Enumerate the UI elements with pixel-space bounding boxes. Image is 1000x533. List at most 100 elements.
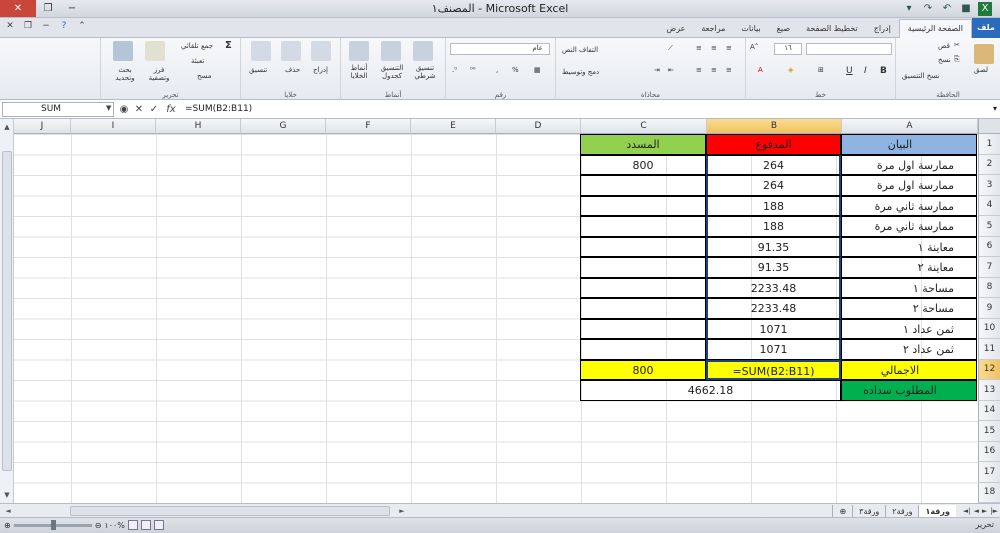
restore-workbook-icon[interactable]: ❐	[22, 21, 34, 31]
column-header-J[interactable]: J	[14, 119, 71, 134]
borders-icon[interactable]: ⊞	[818, 66, 824, 74]
format-cells-icon[interactable]	[251, 41, 271, 61]
cell-C9[interactable]	[580, 298, 706, 319]
cell-A8[interactable]: مساحة ١	[841, 277, 977, 298]
tab-view[interactable]: عرض	[659, 20, 694, 38]
currency-icon[interactable]: ▦	[534, 66, 541, 74]
insert-function-icon[interactable]: fx	[163, 103, 179, 116]
italic-button[interactable]: I	[864, 66, 867, 76]
first-sheet-icon[interactable]: |►	[990, 504, 998, 518]
row-header-6[interactable]: 6	[978, 236, 1000, 257]
cell-A11[interactable]: ثمن عداد ٢	[841, 339, 977, 360]
paste-icon[interactable]	[974, 44, 994, 64]
cell-C12[interactable]: 800	[580, 359, 706, 380]
paste-button[interactable]: لصق	[974, 66, 988, 74]
fill-color-icon[interactable]: ◈	[788, 66, 793, 74]
tab-formulas[interactable]: صيغ	[769, 20, 798, 38]
formula-input[interactable]: =SUM(B2:B11)	[183, 102, 986, 117]
cell-C2[interactable]: 800	[580, 154, 706, 175]
font-name-dropdown[interactable]	[806, 43, 892, 55]
row-header-5[interactable]: 5	[978, 216, 1000, 237]
cell-B5[interactable]: 188	[706, 216, 841, 237]
align-top-icon[interactable]: ≡	[726, 44, 732, 52]
cell-C10[interactable]	[580, 318, 706, 339]
increase-decimal-icon[interactable]: ⁰⁰	[470, 66, 476, 74]
row-header-1[interactable]: 1	[978, 134, 1000, 155]
format-table-button[interactable]: التنسيق كجدول	[375, 64, 409, 80]
wrap-text-button[interactable]: التفاف النص	[562, 46, 598, 54]
cell-C5[interactable]	[580, 216, 706, 237]
name-box[interactable]: SUM	[2, 102, 114, 117]
cell-A4[interactable]: ممارسة ثاني مرة	[841, 195, 977, 216]
format-table-icon[interactable]	[381, 41, 401, 61]
cell-styles-icon[interactable]	[349, 41, 369, 61]
cell-C4[interactable]	[580, 195, 706, 216]
row-header-16[interactable]: 16	[978, 441, 1000, 462]
conditional-format-icon[interactable]	[413, 41, 433, 61]
indent-icon[interactable]: ⇤	[668, 66, 674, 74]
column-header-C[interactable]: C	[581, 119, 707, 134]
cell-B3[interactable]: 264	[706, 175, 841, 196]
cell-A1[interactable]: البيان	[841, 134, 977, 155]
cell-B11[interactable]: 1071	[706, 339, 841, 360]
cell-C7[interactable]	[580, 257, 706, 278]
cell-A10[interactable]: ثمن عداد ١	[841, 318, 977, 339]
cell-B2[interactable]: 264	[706, 154, 841, 175]
format-cells-button[interactable]: تنسيق	[249, 66, 267, 74]
align-left-icon[interactable]: ≡	[696, 66, 702, 74]
percent-icon[interactable]: %	[512, 66, 519, 74]
horizontal-scroll-thumb[interactable]	[70, 506, 390, 516]
font-color-icon[interactable]: A	[758, 66, 763, 74]
autosum-button[interactable]: جمع تلقائي	[181, 42, 213, 50]
find-select-icon[interactable]	[113, 41, 133, 61]
find-select-button[interactable]: بحث وتحديد	[111, 66, 139, 82]
cell-A9[interactable]: مساحة ٢	[841, 298, 977, 319]
cell-B4[interactable]: 188	[706, 195, 841, 216]
zoom-out-icon[interactable]: ⊖	[95, 521, 102, 530]
underline-button[interactable]: U	[846, 66, 853, 76]
column-header-A[interactable]: A	[842, 119, 978, 134]
cell-A12[interactable]: الاجمالي	[841, 359, 977, 380]
row-header-15[interactable]: 15	[978, 421, 1000, 442]
cell-C3[interactable]	[580, 175, 706, 196]
column-header-G[interactable]: G	[241, 119, 326, 134]
tab-page-layout[interactable]: تخطيط الصفحة	[798, 20, 866, 38]
delete-cells-icon[interactable]	[281, 41, 301, 61]
row-header-7[interactable]: 7	[978, 257, 1000, 278]
name-box-dropdown-icon[interactable]: ▼	[106, 104, 111, 112]
cell-C8[interactable]	[580, 277, 706, 298]
cancel-entry-icon[interactable]: ✕	[133, 103, 145, 116]
expand-formula-bar-icon[interactable]: ▾	[993, 104, 997, 113]
scroll-left-icon[interactable]: ◄	[2, 505, 14, 517]
tab-file[interactable]: ملف	[972, 18, 1000, 38]
row-header-10[interactable]: 10	[978, 318, 1000, 339]
sheet-tab-3[interactable]: ورقة٣	[852, 504, 885, 518]
next-sheet-icon[interactable]: ►	[982, 504, 987, 518]
save-icon[interactable]: ■	[959, 2, 973, 16]
column-header-I[interactable]: I	[71, 119, 156, 134]
page-break-view-icon[interactable]	[127, 520, 138, 530]
row-header-4[interactable]: 4	[978, 195, 1000, 216]
last-sheet-icon[interactable]: ◄|	[963, 504, 971, 518]
sort-filter-icon[interactable]	[145, 41, 165, 61]
sheet-tab-1[interactable]: ورقة١	[918, 504, 956, 518]
sort-filter-button[interactable]: فرز وتصفية	[145, 66, 173, 82]
zoom-slider-knob[interactable]	[50, 519, 56, 530]
merge-center-button[interactable]: دمج وتوسيط	[562, 68, 599, 76]
cut-icon[interactable]: ✂	[954, 41, 960, 49]
clear-button[interactable]: مسح	[197, 72, 212, 80]
align-bottom-icon[interactable]: ≡	[696, 44, 702, 52]
bold-button[interactable]: B	[880, 66, 887, 76]
cell-styles-button[interactable]: أنماط الخلايا	[343, 64, 375, 80]
outdent-icon[interactable]: ⇥	[654, 66, 660, 74]
confirm-entry-icon[interactable]: ✓	[148, 103, 160, 116]
cell-A5[interactable]: ممارسة ثاني مرة	[841, 216, 977, 237]
cell-BC13-merged[interactable]: 4662.18	[580, 380, 841, 401]
cell-A2[interactable]: ممارسة اول مرة	[841, 154, 977, 175]
ribbon-collapse-icon[interactable]: ⌃	[76, 21, 88, 31]
row-header-18[interactable]: 18	[978, 482, 1000, 503]
row-header-9[interactable]: 9	[978, 298, 1000, 319]
fill-button[interactable]: تعبئة	[191, 57, 204, 65]
row-header-11[interactable]: 11	[978, 339, 1000, 360]
insert-sheet-icon[interactable]: ⊕	[832, 504, 852, 518]
